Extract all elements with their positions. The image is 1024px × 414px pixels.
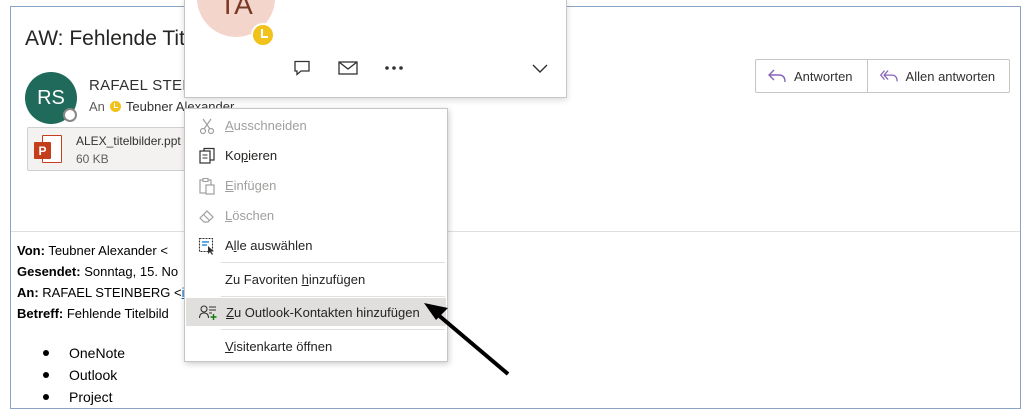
menu-item-open-business-card[interactable]: Visitenkarte öffnen bbox=[185, 332, 447, 360]
menu-item-add-favorites[interactable]: Zu Favoriten hinzufügen bbox=[185, 265, 447, 293]
quoted-subject: Betreff: Fehlende Titelbild bbox=[17, 306, 169, 321]
menu-item-label: Löschen bbox=[225, 207, 275, 223]
annotation-arrow-icon bbox=[424, 303, 510, 376]
presence-away-icon bbox=[109, 101, 121, 112]
menu-item-cut[interactable]: Ausschneiden bbox=[185, 111, 447, 139]
presence-away-icon bbox=[251, 23, 275, 47]
menu-separator bbox=[221, 329, 445, 330]
menu-item-add-to-contacts[interactable]: Zu Outlook-Kontakten hinzufügen bbox=[186, 298, 446, 326]
menu-item-label: Visitenkarte öffnen bbox=[225, 338, 333, 354]
menu-item-select-all[interactable]: Alle auswählen bbox=[185, 231, 447, 259]
attachment-name: ALEX_titelbilder.ppt bbox=[76, 134, 181, 148]
menu-item-delete[interactable]: Löschen bbox=[185, 201, 447, 229]
chat-icon[interactable] bbox=[291, 59, 313, 77]
paste-icon bbox=[199, 177, 215, 195]
quoted-header: Von: Teubner Alexander < Gesendet: Sonnt… bbox=[17, 240, 192, 324]
reply-button[interactable]: Antworten bbox=[756, 60, 867, 92]
attachment-size: 60 KB bbox=[76, 152, 109, 166]
add-contact-icon bbox=[199, 305, 217, 320]
bullet-list: OneNote Outlook Project bbox=[43, 342, 125, 408]
reply-label: Antworten bbox=[794, 68, 853, 84]
sender-name[interactable]: RAFAEL STEIN bbox=[89, 77, 198, 94]
quoted-to: An: RAFAEL STEINBERG <in bbox=[17, 282, 192, 303]
eraser-icon bbox=[199, 210, 214, 223]
menu-item-paste[interactable]: Einfügen bbox=[185, 171, 447, 199]
quoted-sent: Gesendet: Sonntag, 15. No bbox=[17, 264, 179, 279]
select-all-icon bbox=[198, 237, 214, 255]
list-item: Project bbox=[43, 386, 125, 408]
list-item: Outlook bbox=[43, 364, 125, 386]
header-divider bbox=[11, 231, 1020, 232]
menu-separator bbox=[221, 262, 445, 263]
menu-item-label: Zu Outlook-Kontakten hinzufügen bbox=[226, 304, 420, 320]
context-menu: Ausschneiden Kopieren Einfügen Löschen A… bbox=[184, 108, 448, 362]
quoted-from: Von: Teubner Alexander < bbox=[17, 243, 168, 258]
menu-item-label: Kopieren bbox=[225, 147, 278, 163]
menu-item-label: Zu Favoriten hinzufügen bbox=[225, 271, 366, 287]
contact-card: TA bbox=[184, 0, 567, 98]
attachment-card[interactable]: P ALEX_titelbilder.ppt 60 KB bbox=[27, 127, 197, 171]
powerpoint-file-icon: P bbox=[34, 135, 62, 165]
presence-offline-icon bbox=[63, 108, 77, 122]
reply-all-button[interactable]: Allen antworten bbox=[866, 60, 1010, 92]
email-subject: AW: Fehlende Tite bbox=[25, 27, 197, 50]
menu-item-label: Ausschneiden bbox=[225, 117, 307, 133]
to-label: An bbox=[89, 99, 105, 114]
scissors-icon bbox=[199, 118, 215, 135]
reply-button-group: Antworten Allen antworten bbox=[755, 59, 1011, 93]
menu-separator bbox=[221, 296, 445, 297]
list-item: OneNote bbox=[43, 342, 125, 364]
copy-icon bbox=[199, 147, 215, 164]
reply-all-label: Allen antworten bbox=[905, 68, 996, 84]
more-icon[interactable] bbox=[383, 59, 405, 77]
mail-icon[interactable] bbox=[337, 59, 359, 77]
reply-all-icon bbox=[879, 70, 898, 82]
chevron-down-icon[interactable] bbox=[531, 61, 549, 75]
menu-item-label: Einfügen bbox=[225, 177, 277, 193]
reply-icon bbox=[768, 69, 786, 83]
menu-item-label: Alle auswählen bbox=[225, 237, 313, 253]
menu-item-copy[interactable]: Kopieren bbox=[185, 141, 447, 169]
